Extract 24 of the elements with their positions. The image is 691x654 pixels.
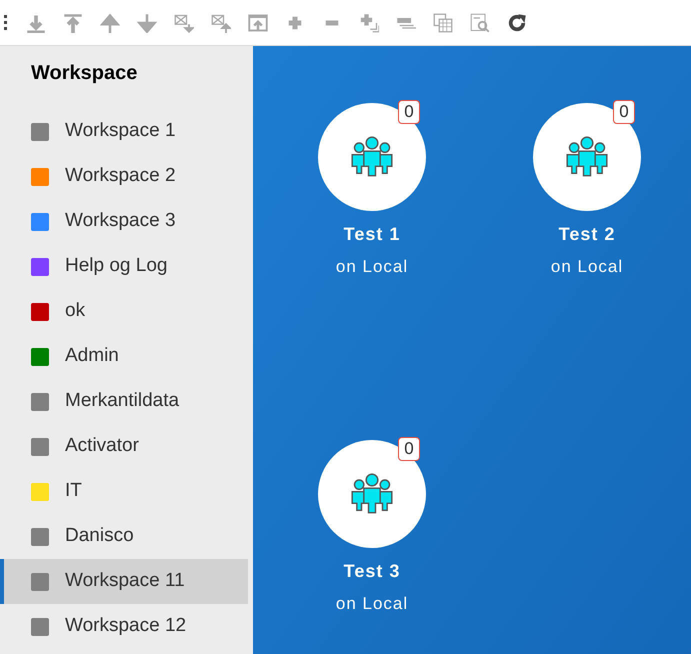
node-name: Test 1 [344, 223, 400, 246]
workspace-item[interactable]: IT [0, 469, 248, 514]
workspace-item[interactable]: Danisco [0, 514, 248, 559]
workspace-item[interactable]: Workspace 11 [0, 559, 248, 604]
workspace-item[interactable]: Help og Log [0, 244, 248, 289]
workspace-item[interactable]: Merkantildata [0, 379, 248, 424]
workspace-item[interactable]: Workspace 2 [0, 154, 248, 199]
count-badge: 0 [398, 436, 420, 460]
node-location: on Local [336, 256, 408, 278]
count-badge: 0 [613, 100, 635, 124]
workspace-item[interactable]: Workspace 1 [0, 109, 248, 154]
count-badge: 0 [398, 100, 420, 124]
handle-icon[interactable] [4, 15, 7, 30]
workspace-item[interactable]: Workspace 3 [0, 199, 248, 244]
node-location: on Local [336, 592, 408, 614]
node-name: Test 2 [558, 223, 616, 246]
workspace-item[interactable]: ok [0, 289, 248, 334]
node-location: on Local [550, 256, 624, 278]
workspace-item[interactable]: Workspace 12 [0, 604, 248, 649]
workspace-item[interactable]: Admin [0, 334, 248, 379]
node-name: Test 3 [344, 560, 400, 582]
workspace-item[interactable]: Activator [0, 424, 248, 469]
sidebar-title: Workspace [30, 61, 138, 86]
refresh-icon[interactable] [507, 12, 527, 32]
